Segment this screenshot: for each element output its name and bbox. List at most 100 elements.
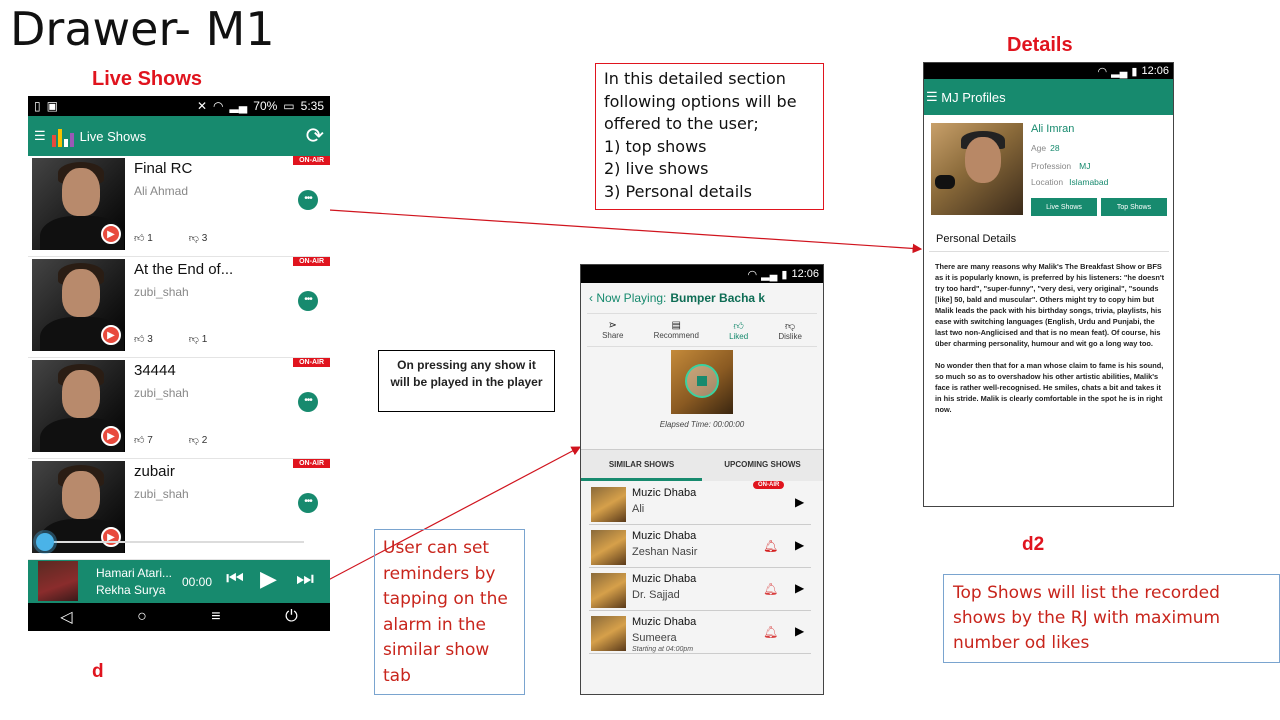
tab-upcoming-shows[interactable]: UPCOMING SHOWS <box>702 450 823 481</box>
share-button[interactable]: ⋗ Share <box>602 314 623 346</box>
similar-show-row[interactable]: Muzic Dhaba Zeshan Nasir 🔔︎ ▶ <box>589 526 811 568</box>
mini-player-time: 00:00 <box>182 575 213 589</box>
likes[interactable]: 👍︎ 3 <box>134 333 153 345</box>
likes[interactable]: 👍︎ 1 <box>134 232 153 244</box>
refresh-icon[interactable]: ⟳ <box>306 125 324 147</box>
signal-icon: ▂▄ <box>761 268 778 281</box>
on-air-badge: ON-AIR <box>293 156 330 165</box>
seek-knob[interactable] <box>36 533 54 551</box>
profile-phone: ◠ ▂▄ ▮ 12:06 ☰ MJ Profiles Ali Imran Age… <box>923 62 1174 507</box>
show-artist: zubi_shah <box>134 285 189 299</box>
next-icon[interactable]: ⏭ <box>296 568 314 591</box>
profile-profession: Profession MJ <box>1031 161 1091 171</box>
play-icon[interactable]: ▶ <box>101 224 121 244</box>
show-stats: 👍︎ 7 👎︎ 2 <box>134 434 207 446</box>
details-description-box: In this detailed section following option… <box>595 63 824 210</box>
status-bar: ◠ ▂▄ ▮ 12:06 <box>924 63 1173 79</box>
app-logo <box>51 125 74 147</box>
show-thumbnail[interactable]: ▶ <box>32 360 125 452</box>
now-playing-artwork[interactable] <box>671 350 733 414</box>
liked-button[interactable]: 👍︎ Liked <box>729 314 748 346</box>
power-icon[interactable]: ⏻ <box>285 608 298 626</box>
play-icon[interactable]: ▶ <box>795 495 804 509</box>
liked-label: Liked <box>729 331 749 341</box>
battery-percent: 70% <box>253 99 278 113</box>
live-shows-button[interactable]: Live Shows <box>1031 198 1097 216</box>
show-stats: 👍︎ 3 👎︎ 1 <box>134 333 207 345</box>
app-title: Live Shows <box>79 128 147 144</box>
on-air-badge: ON-AIR <box>753 481 785 489</box>
previous-icon[interactable]: ⏮ <box>226 568 244 591</box>
screen-icon: ▯ <box>34 99 41 113</box>
app-bar: ☰ MJ Profiles <box>924 79 1173 115</box>
more-options-icon[interactable]: ••• <box>298 190 318 210</box>
clock: 12:06 <box>1141 65 1169 77</box>
show-row[interactable]: ▶ Final RC Ali Ahmad ON-AIR ••• 👍︎ 1 👎︎ … <box>28 156 330 257</box>
show-row[interactable]: ▶ At the End of... zubi_shah ON-AIR ••• … <box>28 257 330 358</box>
show-row[interactable]: ▶ zubair zubi_shah ON-AIR ••• <box>28 459 330 560</box>
play-icon[interactable]: ▶ <box>795 581 804 595</box>
more-options-icon[interactable]: ••• <box>298 392 318 412</box>
thumbs-down-icon: 👎︎ <box>188 233 199 244</box>
recommend-button[interactable]: ▤ Recommend <box>654 314 699 346</box>
bell-icon[interactable]: 🔔︎ <box>763 539 778 553</box>
show-thumbnail[interactable]: ▶ <box>32 259 125 351</box>
dislikes[interactable]: 👎︎ 3 <box>189 232 208 244</box>
dislike-button[interactable]: 👎︎ Dislike <box>778 314 802 346</box>
bio-paragraph: No wonder then that for a man whose clai… <box>935 361 1164 414</box>
wifi-icon: ◠ <box>213 99 224 113</box>
thumbs-up-icon: 👍︎ <box>134 334 145 345</box>
show-thumbnail[interactable]: ▶ <box>32 158 125 250</box>
similar-show-thumbnail <box>591 616 626 651</box>
top-shows-note-box: Top Shows will list the recorded shows b… <box>943 574 1280 663</box>
play-icon[interactable]: ▶ <box>795 624 804 638</box>
now-playing-header[interactable]: ‹ Now Playing: Bumper Bacha k <box>581 283 823 313</box>
thumbs-up-icon: 👍︎ <box>134 233 145 244</box>
live-shows-phone: ▯ ▣ ✕ ◠ ▂▄ 70% ▭ 5:35 ☰ Live Shows ⟳ ▶ Fi… <box>28 96 330 631</box>
on-air-badge: ON-AIR <box>293 459 330 468</box>
mute-icon: ✕ <box>196 99 208 113</box>
press-note-box: On pressing any show it will be played i… <box>378 350 555 412</box>
likes[interactable]: 👍︎ 7 <box>134 434 153 446</box>
recents-icon[interactable]: ≡ <box>211 608 220 626</box>
more-options-icon[interactable]: ••• <box>298 493 318 513</box>
similar-show-row[interactable]: Muzic Dhaba Sumeera Starting at 04:00pm … <box>589 612 811 654</box>
elapsed-time: Elapsed Time: 00:00:00 <box>659 420 745 429</box>
play-icon[interactable]: ▶ <box>101 426 121 446</box>
show-row[interactable]: ▶ 34444 zubi_shah ON-AIR ••• 👍︎ 7 👎︎ 2 <box>28 358 330 459</box>
play-icon[interactable]: ▶ <box>260 566 277 592</box>
dislikes[interactable]: 👎︎ 2 <box>189 434 208 446</box>
more-options-icon[interactable]: ••• <box>298 291 318 311</box>
mini-player[interactable]: Hamari Atari... Rekha Surya 00:00 ⏮ ▶ ⏭ <box>28 560 330 603</box>
battery-icon: ▮ <box>1131 65 1138 78</box>
top-shows-button[interactable]: Top Shows <box>1101 198 1167 216</box>
clock: 12:06 <box>791 268 819 280</box>
back-chevron-icon[interactable]: ‹ <box>589 291 596 305</box>
play-icon[interactable]: ▶ <box>101 527 121 547</box>
seek-bar[interactable] <box>36 533 304 551</box>
similar-show-row[interactable]: Muzic Dhaba Dr. Sajjad 🔔︎ ▶ <box>589 569 811 611</box>
play-icon[interactable]: ▶ <box>795 538 804 552</box>
similar-show-name: Muzic Dhaba <box>632 616 697 628</box>
thumbs-up-icon: 👍︎ <box>733 320 744 332</box>
stop-icon[interactable] <box>685 364 719 398</box>
show-artist: zubi_shah <box>134 487 189 501</box>
profile-name: Ali Imran <box>1031 123 1075 135</box>
home-icon[interactable]: ○ <box>137 608 147 626</box>
signal-icon: ▂▄ <box>229 99 248 113</box>
play-icon[interactable]: ▶ <box>101 325 121 345</box>
similar-show-row[interactable]: Muzic Dhaba Ali ON-AIR ▶ <box>589 481 811 525</box>
tab-similar-shows[interactable]: SIMILAR SHOWS <box>581 450 702 481</box>
detail-line: 2) live shows <box>604 159 709 178</box>
dislikes[interactable]: 👎︎ 1 <box>189 333 208 345</box>
thumbs-down-icon: 👎︎ <box>188 334 199 345</box>
player-actions: ⋗ Share ▤ Recommend 👍︎ Liked 👎︎ Dislike <box>587 313 817 347</box>
menu-icon[interactable]: ☰ <box>926 89 941 105</box>
back-icon[interactable]: ◁ <box>60 607 72 627</box>
bell-icon[interactable]: 🔔︎ <box>763 625 778 639</box>
similar-show-thumbnail <box>591 487 626 522</box>
bell-icon[interactable]: 🔔︎ <box>763 582 778 596</box>
similar-show-artist: Dr. Sajjad <box>632 589 680 601</box>
menu-icon[interactable]: ☰ <box>34 128 46 144</box>
thumbs-up-icon: 👍︎ <box>134 435 145 446</box>
